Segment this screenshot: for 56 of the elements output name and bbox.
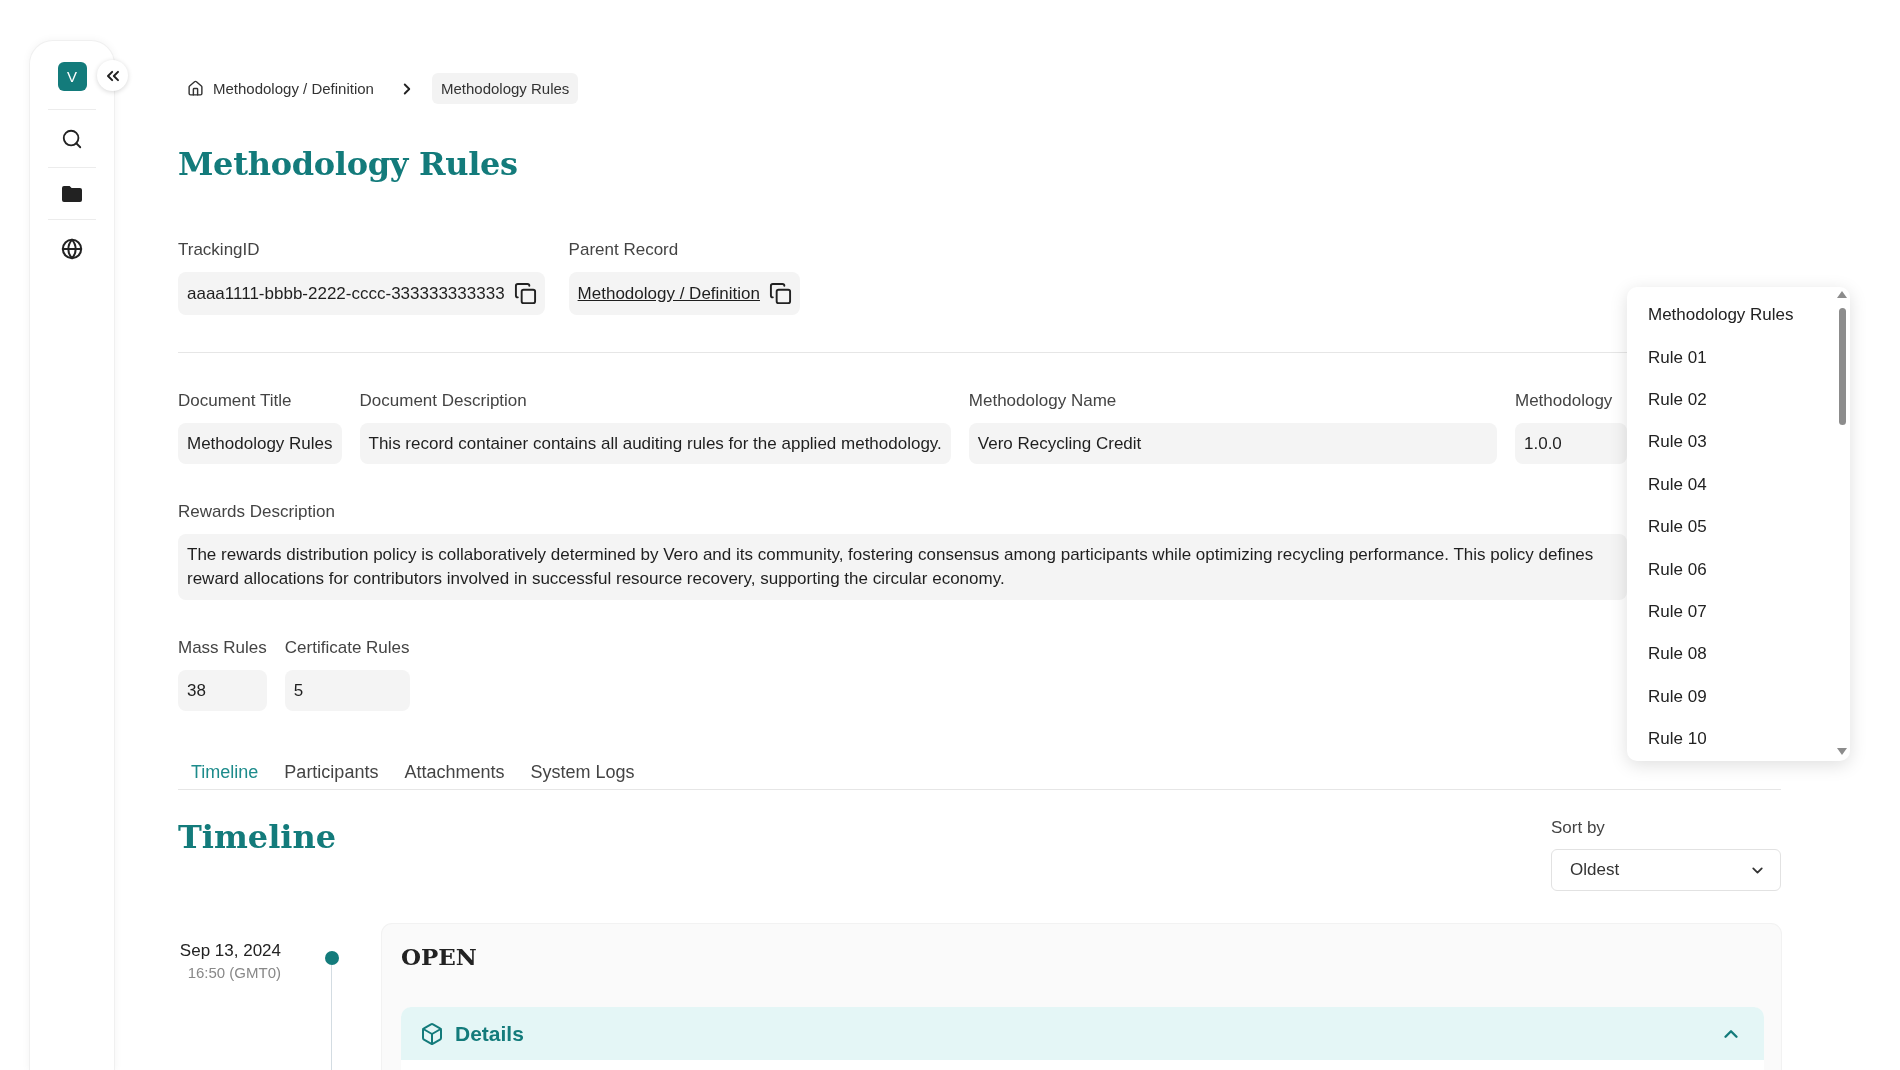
field-value: This record container contains all auditing rules for the applied methodology. [359,423,951,464]
menu-item[interactable]: Rule 05 [1627,505,1836,549]
field-label: Parent Record [568,240,679,260]
field-value: 38 [178,670,267,711]
page-title: Methodology Rules [178,144,518,184]
scroll-up-icon[interactable] [1837,291,1847,298]
field-label: Methodology [1515,391,1613,411]
tab[interactable]: Attachments [391,754,518,789]
entry-time: 16:50 (GMT0) [187,964,281,982]
field-label: Mass Rules [178,638,267,658]
field-label: Certificate Rules [284,638,410,658]
menu-item[interactable]: Rule 02 [1627,378,1836,422]
field-value: Vero Recycling Credit [968,423,1497,464]
field-label: Document Title [178,391,292,411]
menu-item[interactable]: Rule 09 [1627,675,1836,718]
menu-item[interactable]: Rule 04 [1627,463,1836,506]
entry-date: Sep 13, 2024 [179,941,281,961]
breadcrumb-current: Methodology Rules [431,73,579,104]
field-label: TrackingID [178,240,260,260]
menu-item[interactable]: Methodology Rules [1627,294,1836,337]
menu-item[interactable]: Rule 08 [1627,633,1836,676]
field-value: 5 [284,670,410,711]
field-value: 1.0.0 [1515,423,1627,464]
scroll-down-icon[interactable] [1837,748,1847,755]
cube-icon [420,1021,444,1046]
section-title: Timeline [178,817,337,857]
folder-icon[interactable] [62,186,82,202]
tab[interactable]: Timeline [178,754,272,789]
copy-icon[interactable] [769,282,792,305]
parent-record-link[interactable]: Methodology / Definition [577,283,760,304]
details-toggle[interactable]: Details [401,1007,1764,1060]
sort-select[interactable]: Oldest [1551,849,1781,891]
field-label: Methodology Name [968,391,1117,411]
breadcrumb-link[interactable]: Methodology / Definition [213,80,374,97]
globe-icon[interactable] [61,238,83,260]
tab[interactable]: System Logs [517,754,648,789]
home-icon[interactable] [187,80,204,97]
menu-item[interactable]: Rule 10 [1627,717,1836,761]
timeline-dot-icon [324,951,339,965]
field-value: The rewards distribution policy is collaboratively determined by Vero and its community, fostering consensus among participants while optimizing recycling performance. This policy defines reward allocations for contributors involved in successful resource recovery, supporting the circular economy. [178,534,1627,600]
search-icon[interactable] [61,128,83,150]
scrollbar-thumb[interactable] [1838,308,1846,425]
menu-item[interactable]: Rule 03 [1627,421,1836,464]
field-value: Methodology Rules [178,423,342,464]
field-label: Rewards Description [178,502,335,522]
avatar: V [57,62,87,91]
field-label: Document Description [359,391,527,411]
menu-item[interactable]: Rule 06 [1627,548,1836,591]
menu-item[interactable]: Rule 07 [1627,590,1836,634]
collapse-sidebar-button[interactable] [97,60,128,91]
copy-icon[interactable] [513,282,537,305]
field-value: aaaa1111-bbbb-2222-cccc-333333333333 [187,283,505,304]
tab[interactable]: Participants [271,754,392,789]
menu-item[interactable]: Rule 01 [1627,336,1836,379]
sort-label: Sort by [1551,818,1605,838]
event-status: OPEN [401,942,477,972]
